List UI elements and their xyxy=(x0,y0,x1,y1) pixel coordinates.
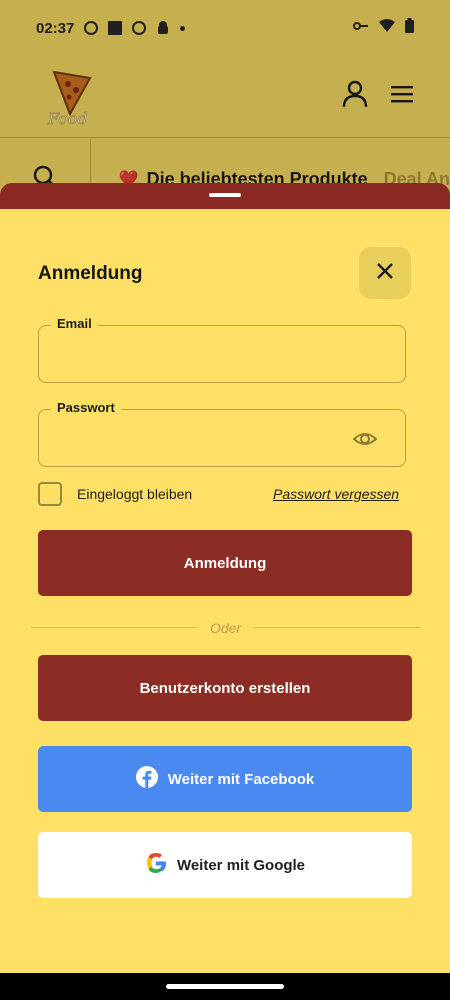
close-icon xyxy=(376,262,394,285)
email-input[interactable] xyxy=(53,336,343,372)
email-label: Email xyxy=(51,316,98,331)
google-button-label: Weiter mit Google xyxy=(176,856,306,874)
password-label: Passwort xyxy=(51,400,121,415)
home-gesture-pill[interactable] xyxy=(166,984,284,989)
eye-icon[interactable] xyxy=(352,427,378,451)
password-input[interactable] xyxy=(53,420,343,456)
forgot-password-link[interactable]: Passwort vergessen xyxy=(273,486,399,502)
divider-line-right xyxy=(253,627,420,628)
password-field[interactable]: Passwort xyxy=(38,400,406,467)
login-button[interactable]: Anmeldung xyxy=(38,530,412,596)
remember-checkbox[interactable] xyxy=(38,482,62,506)
google-button[interactable]: Weiter mit Google xyxy=(38,832,412,898)
divider-line-left xyxy=(31,627,198,628)
or-divider: Oder xyxy=(31,620,420,636)
sheet-drag-handle[interactable] xyxy=(209,193,241,197)
close-button[interactable] xyxy=(359,247,411,299)
facebook-button-label: Weiter mit Facebook xyxy=(167,770,315,788)
facebook-button[interactable]: Weiter mit Facebook xyxy=(38,746,412,812)
facebook-icon xyxy=(135,766,158,792)
remember-row: Eingeloggt bleiben xyxy=(38,482,192,506)
remember-label: Eingeloggt bleiben xyxy=(77,486,193,502)
register-button[interactable]: Benutzerkonto erstellen xyxy=(38,655,412,721)
google-icon xyxy=(145,852,167,878)
navigation-bar xyxy=(0,973,450,1000)
email-field[interactable]: Email xyxy=(38,316,406,383)
login-title: Anmeldung xyxy=(38,263,143,284)
or-text: Oder xyxy=(209,619,242,636)
login-sheet: Anmeldung Email Passwort Eingeloggt blei… xyxy=(0,183,450,973)
